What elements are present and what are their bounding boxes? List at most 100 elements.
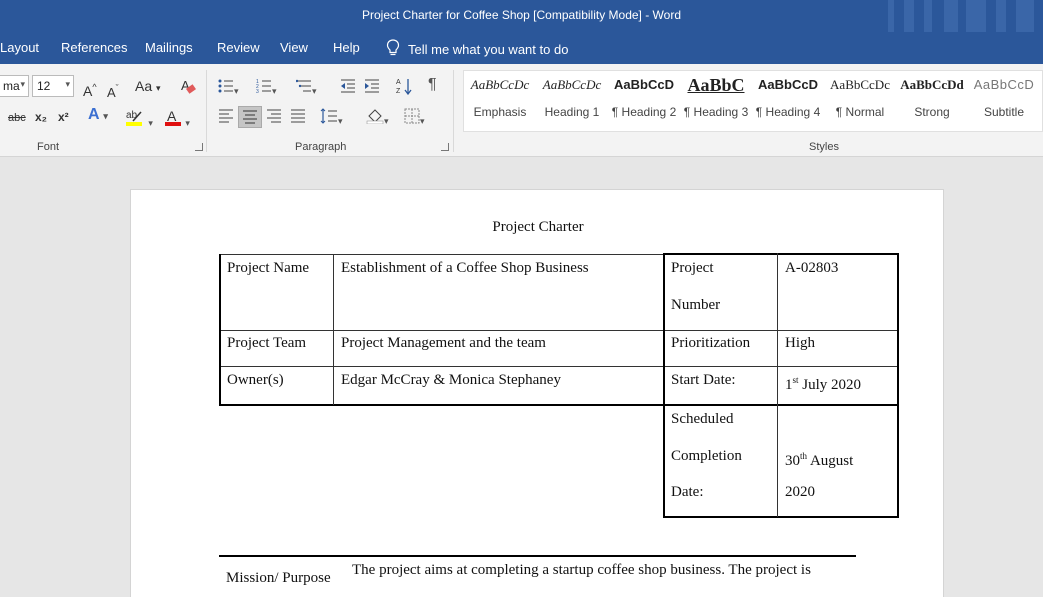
chevron-down-icon: ▾ (103, 111, 108, 121)
tab-help[interactable]: Help (333, 40, 360, 55)
project-number-value: A-02803 (785, 260, 839, 276)
style-heading-2[interactable]: AaBbCcD ¶ Heading 2 (608, 70, 680, 132)
start-month-year: July 2020 (798, 377, 862, 393)
tab-mailings[interactable]: Mailings (145, 40, 193, 55)
increase-indent-button[interactable] (364, 78, 380, 98)
multilevel-list-button[interactable]: ▾ (295, 78, 317, 99)
change-case-button[interactable]: Aa ▾ (135, 78, 161, 96)
title-bar: Project Charter for Coffee Shop [Compati… (0, 0, 1043, 32)
style-subtitle[interactable]: AaBbCcD Subtitle (968, 70, 1040, 132)
font-dialog-launcher-icon[interactable] (195, 143, 203, 151)
font-color-button[interactable]: A ▾ (164, 108, 190, 131)
decrease-indent-button[interactable] (340, 78, 356, 98)
tab-references[interactable]: References (61, 40, 127, 55)
owners-label: Owner(s) (227, 372, 284, 388)
owners-value: Edgar McCray & Monica Stephaney (341, 372, 561, 388)
multilevel-list-icon (295, 79, 311, 92)
style-name: Strong (914, 105, 950, 119)
chevron-down-icon: ▾ (338, 116, 343, 126)
tell-me-label: Tell me what you want to do (408, 42, 569, 57)
line-spacing-button[interactable]: ▾ (320, 108, 343, 129)
style-heading-1[interactable]: AaBbCcDc Heading 1 (536, 70, 608, 132)
style-heading-3[interactable]: AaBbC ¶ Heading 3 (680, 70, 752, 132)
clear-formatting-icon: A (181, 78, 196, 94)
highlight-color-bar (126, 122, 142, 126)
style-strong[interactable]: AaBbCcDd Strong (896, 70, 968, 132)
superscript-button[interactable]: x² (58, 109, 69, 125)
project-name-label: Project Name (227, 260, 310, 276)
prioritization-value: High (785, 335, 815, 351)
project-number-label-line-2: Number (671, 297, 721, 313)
style-name: Emphasis (473, 105, 527, 119)
align-right-button[interactable] (266, 109, 282, 127)
completion-month: August (807, 453, 854, 469)
mission-text: The project aims at completing a startup… (352, 562, 811, 578)
font-color-icon: A (165, 108, 181, 126)
subscript-button[interactable]: x₂ (35, 109, 47, 125)
ribbon-tabs: Layout References Mailings Review View H… (0, 32, 1043, 64)
borders-button[interactable]: ▾ (404, 108, 425, 129)
sort-button[interactable]: AZ (396, 77, 412, 99)
justify-button[interactable] (290, 109, 306, 127)
table-border (219, 404, 663, 406)
chevron-down-icon: ▾ (312, 86, 317, 96)
chevron-down-icon: ▾ (185, 118, 190, 128)
align-center-button[interactable] (238, 106, 262, 128)
project-name-value: Establishment of a Coffee Shop Business (341, 260, 589, 276)
font-size-box[interactable]: 12 ▾ (32, 75, 74, 97)
svg-text:A: A (167, 108, 177, 124)
style-name: Subtitle (983, 105, 1025, 119)
style-heading-4[interactable]: AaBbCcD ¶ Heading 4 (752, 70, 824, 132)
completion-label-line-2: Completion (671, 448, 742, 464)
window-title: Project Charter for Coffee Shop [Compati… (361, 8, 682, 22)
show-formatting-marks-button[interactable]: ¶ (428, 77, 437, 93)
highlight-button[interactable]: ab ▾ (125, 108, 153, 131)
shrink-font-button[interactable]: Aˇ (107, 80, 119, 101)
ribbon: ma ▾ 12 ▾ A^ Aˇ Aa ▾ A abc x₂ x² A ▾ ab … (0, 64, 1043, 157)
numbered-list-icon: 123 (256, 79, 271, 95)
grow-font-button[interactable]: A^ (83, 79, 97, 99)
text-effects-button[interactable]: A ▾ (88, 107, 108, 124)
completion-year: 2020 (785, 484, 815, 500)
tab-layout[interactable]: Layout (0, 40, 39, 55)
strikethrough-button[interactable]: abc (8, 110, 26, 126)
style-name: Heading 1 (544, 105, 600, 119)
font-name-box[interactable]: ma ▾ (0, 75, 29, 97)
style-name: ¶ Heading 2 (611, 105, 677, 119)
decrease-indent-icon (341, 79, 355, 93)
table-border (663, 516, 899, 518)
chevron-down-icon: ▾ (272, 86, 277, 96)
shading-button[interactable]: ▾ (366, 108, 389, 129)
start-date-value: 1st July 2020 (778, 367, 897, 398)
style-sample: AaBbCcDc (830, 77, 890, 92)
font-name-value: ma (3, 79, 20, 93)
numbering-button[interactable]: 123 ▾ (256, 78, 277, 99)
tab-view[interactable]: View (280, 40, 308, 55)
bullets-button[interactable]: ▾ (218, 78, 239, 99)
paragraph-dialog-launcher-icon[interactable] (441, 143, 449, 151)
clear-formatting-button[interactable]: A (180, 77, 196, 99)
style-sample: AaBbC (687, 75, 745, 95)
document-area: Project Charter Project Name Establishme… (0, 157, 1043, 597)
align-right-icon (267, 109, 281, 123)
style-name: ¶ Normal (835, 105, 885, 119)
increase-indent-icon (365, 79, 379, 93)
tab-review[interactable]: Review (217, 40, 260, 55)
tell-me-search[interactable]: Tell me what you want to do (386, 39, 568, 57)
lightbulb-icon (386, 39, 400, 56)
style-emphasis[interactable]: AaBbCcDc Emphasis (464, 70, 536, 132)
chevron-down-icon: ▾ (20, 79, 25, 89)
chevron-down-icon: ▾ (384, 116, 389, 126)
align-left-button[interactable] (218, 109, 234, 127)
completion-day-suffix: th (800, 451, 808, 461)
completion-label-line-1: Scheduled (671, 411, 734, 427)
style-name: ¶ Heading 3 (683, 105, 749, 119)
table-border (897, 253, 899, 518)
style-normal[interactable]: AaBbCcDc ¶ Normal (824, 70, 896, 132)
document-page[interactable]: Project Charter Project Name Establishme… (130, 189, 944, 597)
line-spacing-icon (320, 108, 337, 124)
style-name: ¶ Heading 4 (755, 105, 821, 119)
svg-text:3: 3 (256, 89, 259, 94)
mission-label: Mission/ Purpose (226, 570, 331, 586)
style-sample: AaBbCcD (614, 77, 674, 92)
